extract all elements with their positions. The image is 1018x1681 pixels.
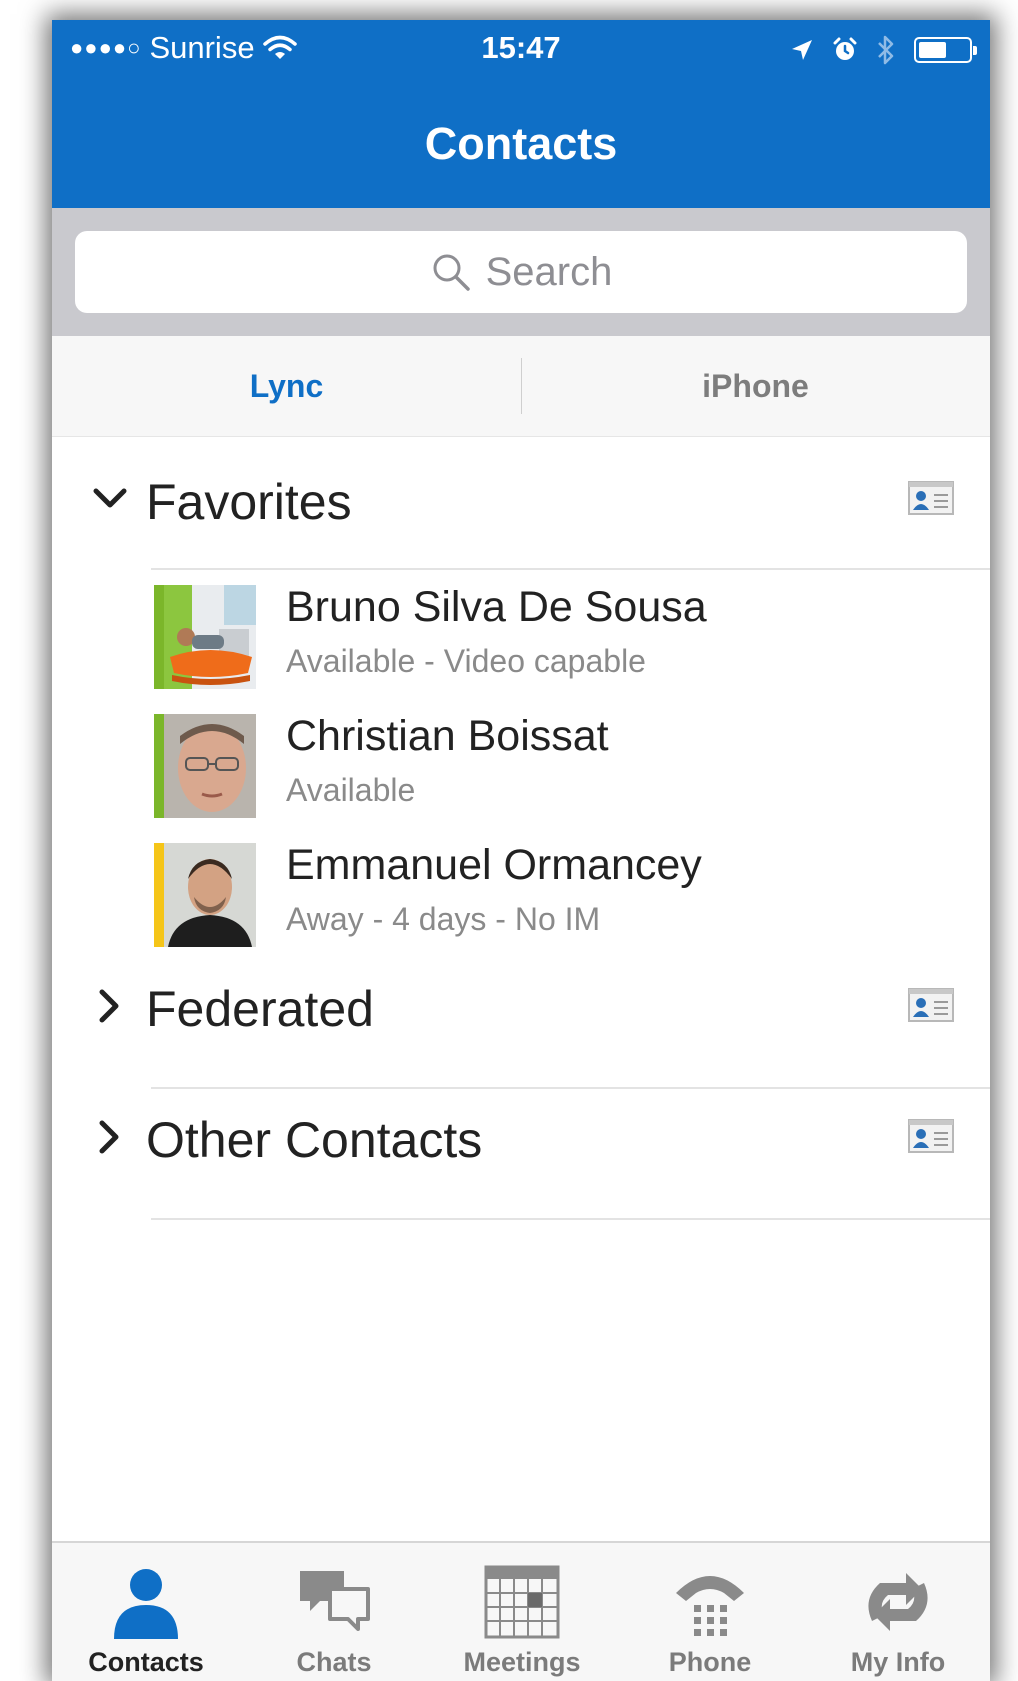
top-bar: ●●●●○ Sunrise 15:47 Contacts	[52, 20, 990, 208]
tab-contacts[interactable]: Contacts	[52, 1543, 240, 1681]
divider	[151, 1218, 990, 1220]
tab-meetings[interactable]: Meetings	[428, 1543, 616, 1681]
search-placeholder: Search	[485, 249, 613, 294]
group-header-favorites[interactable]: Favorites	[52, 455, 990, 547]
alarm-clock-icon	[833, 37, 857, 60]
tab-bar: Contacts Chats Meetings Phone My Info	[52, 1541, 990, 1681]
page-title: Contacts	[424, 118, 618, 169]
status-right	[790, 34, 977, 66]
contact-card-icon[interactable]	[908, 988, 954, 1022]
battery-icon	[914, 37, 977, 63]
contact-status: Away - 4 days - No IM	[286, 901, 601, 937]
presence-indicator-available	[154, 585, 164, 689]
group-name: Other Contacts	[146, 1112, 483, 1168]
group-name: Federated	[146, 981, 374, 1037]
contact-status: Available - Video capable	[286, 643, 646, 679]
group-name: Favorites	[146, 474, 352, 530]
avatar	[164, 843, 256, 947]
person-icon	[114, 1569, 178, 1639]
group-header-federated[interactable]: Federated	[52, 962, 990, 1054]
contact-card-icon[interactable]	[908, 481, 954, 515]
search-icon	[433, 254, 470, 291]
contact-card-icon[interactable]	[908, 1119, 954, 1153]
presence-indicator-available	[154, 714, 164, 818]
tab-label: Chats	[296, 1647, 372, 1677]
sync-icon	[868, 1573, 928, 1631]
phone-icon	[676, 1576, 744, 1636]
chevron-down-icon	[93, 488, 127, 508]
divider	[151, 1087, 990, 1089]
search-bar: Search	[52, 208, 990, 336]
avatar	[164, 585, 256, 689]
tab-label: Contacts	[88, 1647, 204, 1677]
contact-row[interactable]: Emmanuel Ormancey Away - 4 days - No IM	[52, 841, 990, 963]
source-segmented-control: Lync iPhone	[52, 336, 990, 437]
tab-label: Meetings	[463, 1647, 581, 1677]
tab-iphone[interactable]: iPhone	[521, 336, 990, 436]
tab-my-info[interactable]: My Info	[804, 1543, 990, 1681]
presence-indicator-away	[154, 843, 164, 947]
calendar-icon	[484, 1565, 560, 1639]
contact-name: Christian Boissat	[286, 712, 609, 760]
tab-chats[interactable]: Chats	[240, 1543, 428, 1681]
contact-row[interactable]: Bruno Silva De Sousa Available - Video c…	[52, 583, 990, 705]
phone-screen: ●●●●○ Sunrise 15:47 Contacts Search Lync…	[52, 20, 990, 1681]
bluetooth-icon	[878, 35, 894, 65]
chevron-right-icon	[99, 989, 119, 1023]
tab-phone[interactable]: Phone	[616, 1543, 804, 1681]
search-input[interactable]: Search	[75, 231, 967, 313]
chat-bubbles-icon	[300, 1571, 370, 1631]
contact-row[interactable]: Christian Boissat Available	[52, 712, 990, 834]
status-bar: ●●●●○ Sunrise 15:47	[52, 20, 990, 76]
avatar	[164, 714, 256, 818]
contact-name: Emmanuel Ormancey	[286, 841, 702, 889]
divider	[151, 568, 990, 570]
chevron-right-icon	[99, 1120, 119, 1154]
tab-label: My Info	[850, 1647, 946, 1677]
group-header-other-contacts[interactable]: Other Contacts	[52, 1093, 990, 1185]
tab-label: Phone	[668, 1647, 752, 1677]
location-arrow-icon	[792, 40, 812, 60]
tab-lync[interactable]: Lync	[52, 336, 521, 436]
contact-name: Bruno Silva De Sousa	[286, 583, 707, 631]
contact-status: Available	[286, 772, 416, 808]
